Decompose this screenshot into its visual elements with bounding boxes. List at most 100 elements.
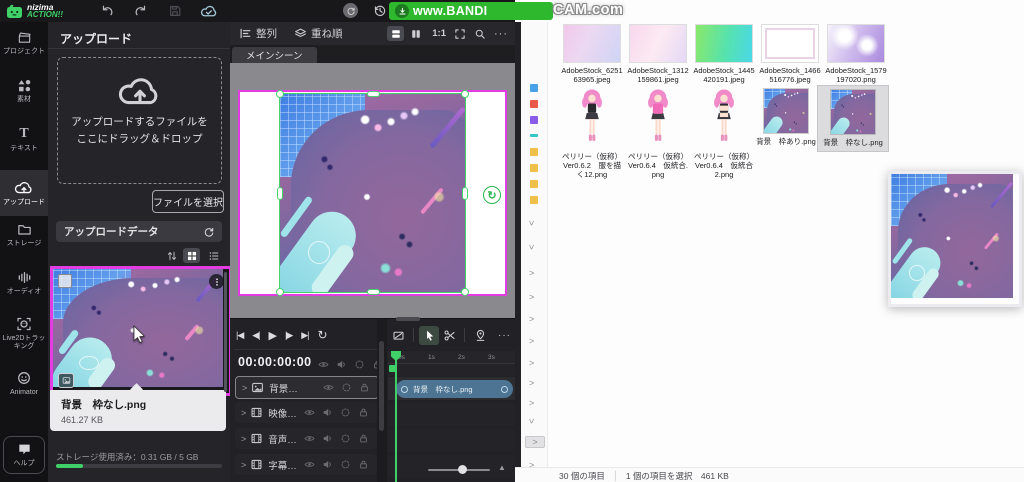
loop-circle-icon[interactable] bbox=[340, 433, 351, 444]
fit-screen-icon[interactable] bbox=[454, 28, 466, 40]
file-item-selected[interactable]: 背景 枠なし.png bbox=[817, 85, 889, 152]
chevron-right-icon[interactable]: > bbox=[241, 408, 246, 418]
select-tool-button[interactable] bbox=[419, 326, 439, 345]
nav-mini-icon[interactable] bbox=[530, 100, 538, 108]
select-file-button[interactable]: ファイルを選択 bbox=[152, 190, 224, 213]
sort-icon[interactable] bbox=[166, 250, 178, 262]
sidebar-item-storage[interactable]: ストレージ bbox=[0, 222, 48, 248]
eye-icon[interactable] bbox=[323, 382, 334, 393]
canvas-artwork[interactable] bbox=[280, 94, 465, 292]
nav-mini-icon[interactable] bbox=[530, 116, 538, 124]
resize-handle-w[interactable] bbox=[277, 187, 283, 200]
timeline-lane-group[interactable] bbox=[388, 364, 515, 376]
undo-icon[interactable] bbox=[100, 4, 114, 18]
file-item[interactable]: ペリリー（仮称）Ver0.6.2 服を描く12.png bbox=[560, 88, 624, 179]
nav-expand-icon[interactable]: > bbox=[529, 314, 534, 324]
resize-handle-nw[interactable] bbox=[276, 90, 284, 98]
timeline-clip[interactable]: 背景 枠なし.png bbox=[396, 380, 513, 398]
slider-caret-icon[interactable]: ▲ bbox=[498, 463, 506, 472]
lock-icon[interactable] bbox=[358, 433, 369, 444]
step-forward-button[interactable]: |▶ bbox=[285, 330, 292, 341]
sidebar-item-animator[interactable]: Animator bbox=[0, 370, 48, 397]
speaker-icon[interactable] bbox=[322, 459, 333, 470]
loop-circle-icon[interactable] bbox=[340, 459, 351, 470]
nav-expand-icon[interactable]: > bbox=[529, 336, 534, 346]
resize-handle-se[interactable] bbox=[461, 288, 469, 296]
nav-collapse-icon[interactable]: > bbox=[529, 416, 534, 426]
grid-view-button[interactable] bbox=[183, 248, 200, 263]
file-item[interactable]: AdobeStock_1445420191.jpeg bbox=[692, 24, 756, 84]
resize-handle-sw[interactable] bbox=[276, 288, 284, 296]
play-button[interactable]: ▶ bbox=[269, 329, 276, 342]
sidebar-item-upload[interactable]: アップロード bbox=[0, 170, 48, 216]
nav-expand-icon[interactable]: > bbox=[529, 378, 534, 388]
nav-folder-icon[interactable] bbox=[530, 148, 538, 156]
file-item[interactable]: AdobeStock_625163965.jpeg bbox=[560, 24, 624, 84]
thumbnail-kebab-menu[interactable] bbox=[209, 274, 224, 289]
history-icon[interactable] bbox=[372, 3, 387, 18]
file-item[interactable]: ペリリー（仮称）Ver0.6.4 仮統合 2.png bbox=[692, 88, 756, 179]
skip-start-button[interactable]: |◀ bbox=[236, 330, 243, 341]
upload-dropzone[interactable]: アップロードするファイルを ここにドラッグ＆ドロップ bbox=[57, 57, 222, 184]
skip-end-button[interactable]: ▶| bbox=[301, 330, 308, 341]
marker-tool-button[interactable] bbox=[470, 326, 490, 345]
resize-handle-s[interactable] bbox=[367, 289, 380, 295]
search-zoom-icon[interactable] bbox=[474, 28, 486, 40]
chevron-right-icon[interactable]: > bbox=[241, 460, 246, 470]
track-row-audio[interactable]: > 音声… bbox=[235, 428, 377, 449]
track-row-background[interactable]: > 背景… bbox=[235, 376, 379, 399]
nav-expand-icon[interactable]: > bbox=[529, 398, 534, 408]
timeline-lane-video[interactable] bbox=[388, 403, 515, 426]
refresh-icon[interactable] bbox=[203, 226, 215, 238]
track-row-subtitle[interactable]: > 字幕… bbox=[235, 454, 377, 475]
timeline-ruler[interactable]: 0s 1s 2s 3s bbox=[388, 351, 515, 364]
file-item[interactable]: AdobeStock_1312159861.jpeg bbox=[626, 24, 690, 84]
sidebar-item-audio[interactable]: オーディオ bbox=[0, 270, 48, 296]
split-horizontal-button[interactable] bbox=[387, 26, 404, 41]
save-icon[interactable] bbox=[168, 4, 182, 18]
nav-collapse-icon[interactable]: > bbox=[529, 218, 534, 228]
marquee-tool-button[interactable] bbox=[388, 326, 408, 345]
clip-endpoint-left[interactable] bbox=[401, 386, 408, 393]
resize-handle-n[interactable] bbox=[367, 91, 380, 97]
speaker-icon[interactable] bbox=[322, 433, 333, 444]
zoom-ratio-button[interactable]: 1:1 bbox=[432, 28, 446, 39]
rotate-handle[interactable]: ↻ bbox=[483, 186, 501, 204]
cloud-synced-icon[interactable] bbox=[200, 4, 217, 18]
nav-expand-icon[interactable]: > bbox=[529, 292, 534, 302]
clip-endpoint-right[interactable] bbox=[501, 386, 508, 393]
help-button[interactable]: ヘルプ bbox=[3, 436, 45, 474]
lock-icon[interactable] bbox=[358, 407, 369, 418]
nav-collapse-icon[interactable]: > bbox=[529, 242, 534, 252]
eye-icon[interactable] bbox=[318, 359, 329, 370]
lock-icon[interactable] bbox=[358, 459, 369, 470]
file-item[interactable]: 背景 枠あり.png bbox=[751, 88, 821, 146]
sidebar-item-live2d-tracking[interactable]: Live2Dトラッキング bbox=[0, 316, 48, 351]
timeline-splitter[interactable] bbox=[377, 319, 387, 482]
eye-icon[interactable] bbox=[304, 459, 315, 470]
cut-tool-button[interactable] bbox=[439, 326, 459, 345]
redo-icon[interactable] bbox=[134, 4, 148, 18]
panel-grab-handle[interactable] bbox=[396, 317, 420, 321]
step-back-button[interactable]: ◀| bbox=[252, 330, 259, 341]
sidebar-item-project[interactable]: プロジェクト bbox=[0, 30, 48, 56]
chevron-right-icon[interactable]: > bbox=[241, 434, 246, 444]
track-row-video[interactable]: > 映像… bbox=[235, 402, 377, 423]
more-options-icon[interactable]: ··· bbox=[494, 28, 508, 40]
loop-circle-icon[interactable] bbox=[340, 407, 351, 418]
loop-button[interactable]: ↻ bbox=[318, 328, 328, 342]
nav-mini-icon[interactable] bbox=[530, 84, 538, 92]
more-options-icon[interactable]: ··· bbox=[498, 330, 511, 341]
artboard[interactable]: ↻ bbox=[238, 90, 507, 296]
chevron-right-icon[interactable]: > bbox=[242, 383, 247, 393]
lock-icon[interactable] bbox=[359, 382, 370, 393]
file-item[interactable]: AdobeStock_1579197020.png bbox=[824, 24, 888, 84]
timeline-zoom-slider[interactable] bbox=[428, 469, 490, 471]
resize-handle-ne[interactable] bbox=[461, 90, 469, 98]
nav-mini-icon[interactable] bbox=[530, 134, 538, 137]
align-button[interactable]: 整列 bbox=[239, 26, 277, 41]
slider-thumb[interactable] bbox=[458, 465, 467, 474]
sync-status-icon[interactable] bbox=[343, 3, 358, 18]
canvas-viewport[interactable]: ↻ bbox=[230, 63, 515, 318]
layer-order-button[interactable]: 重ね順 bbox=[294, 26, 343, 41]
